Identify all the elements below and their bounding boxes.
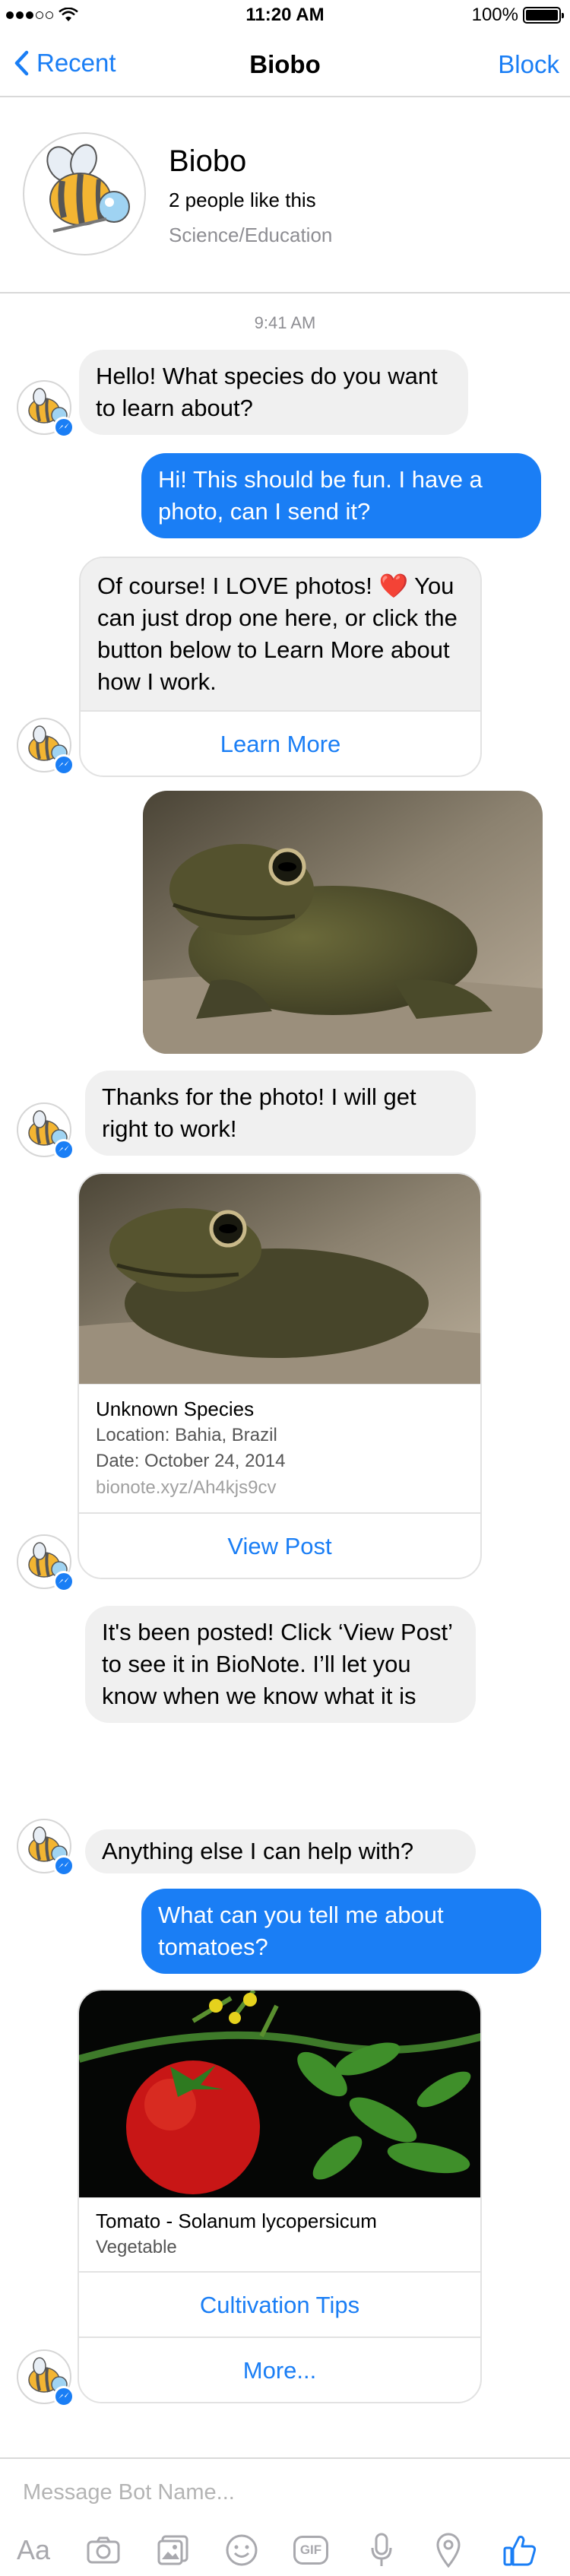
bot-message: Thanks for the photo! I will get right t… bbox=[85, 1071, 476, 1156]
composer-toolbar: Aa GIF bbox=[0, 2530, 570, 2576]
bot-message: Of course! I LOVE photos! ❤️ You can jus… bbox=[81, 558, 480, 710]
bot-message-avatar bbox=[17, 1102, 74, 1160]
camera-icon[interactable] bbox=[84, 2530, 123, 2570]
bot-message: Anything else I can help with? bbox=[85, 1829, 476, 1873]
bot-message-avatar bbox=[17, 1819, 74, 1876]
status-bar: 11:20 AM 100% bbox=[0, 0, 570, 30]
post-card: Unknown Species Location: Bahia, Brazil … bbox=[78, 1172, 482, 1579]
battery-percent: 100% bbox=[471, 5, 518, 25]
messenger-badge-icon bbox=[53, 2386, 74, 2407]
battery-icon bbox=[523, 7, 564, 24]
bot-avatar[interactable] bbox=[23, 132, 146, 255]
navigation-bar: Recent Biobo Block bbox=[0, 30, 570, 97]
cultivation-tips-button[interactable]: Cultivation Tips bbox=[79, 2271, 480, 2336]
messenger-badge-icon bbox=[53, 1571, 74, 1592]
messenger-badge-icon bbox=[53, 417, 74, 438]
location-icon[interactable] bbox=[429, 2530, 468, 2570]
learn-more-card: Of course! I LOVE photos! ❤️ You can jus… bbox=[79, 557, 482, 777]
user-message: Hi! This should be fun. I have a photo, … bbox=[141, 453, 541, 538]
messenger-badge-icon bbox=[53, 1139, 74, 1160]
message-timestamp: 9:41 AM bbox=[254, 313, 316, 332]
messenger-badge-icon bbox=[53, 754, 74, 776]
gif-button[interactable]: GIF bbox=[289, 2530, 333, 2570]
card-subtitle: Vegetable bbox=[96, 2237, 177, 2257]
gallery-icon[interactable] bbox=[154, 2530, 193, 2570]
card-date: Date: October 24, 2014 bbox=[96, 1451, 286, 1471]
user-message: What can you tell me about tomatoes? bbox=[141, 1889, 541, 1974]
emoji-icon[interactable] bbox=[222, 2530, 261, 2570]
like-thumb-icon[interactable] bbox=[500, 2530, 540, 2570]
bot-name: Biobo bbox=[169, 144, 247, 178]
bot-message: It's been posted! Click ‘View Post’ to s… bbox=[85, 1606, 476, 1723]
bot-message-avatar bbox=[17, 380, 74, 438]
bee-logo-icon bbox=[46, 144, 130, 233]
user-photo[interactable] bbox=[143, 791, 543, 1054]
card-location: Location: Bahia, Brazil bbox=[96, 1425, 277, 1445]
tomato-card: Tomato - Solanum lycopersicum Vegetable … bbox=[78, 1989, 482, 2403]
learn-more-button[interactable]: Learn More bbox=[81, 710, 480, 776]
frog-photo bbox=[143, 791, 543, 1054]
bot-message-avatar bbox=[17, 718, 74, 776]
gif-label: GIF bbox=[293, 2536, 329, 2565]
bot-profile-header: Biobo 2 people like this Science/Educati… bbox=[0, 99, 570, 293]
bot-message-avatar bbox=[17, 1534, 74, 1592]
message-composer: Message Bot Name... Aa GIF bbox=[0, 2457, 570, 2576]
view-post-button[interactable]: View Post bbox=[79, 1512, 480, 1578]
text-format-button[interactable]: Aa bbox=[14, 2530, 53, 2570]
frog-photo[interactable] bbox=[79, 1174, 482, 1384]
messenger-badge-icon bbox=[53, 1855, 74, 1876]
bot-message-avatar bbox=[17, 2349, 74, 2407]
bot-likes: 2 people like this bbox=[169, 189, 316, 211]
card-link[interactable]: bionote.xyz/Ah4kjs9cv bbox=[96, 1474, 464, 1502]
card-title: Unknown Species bbox=[96, 1397, 255, 1420]
more-button[interactable]: More... bbox=[79, 2336, 480, 2402]
bot-message: Hello! What species do you want to learn… bbox=[79, 350, 468, 435]
page-title: Biobo bbox=[249, 50, 321, 78]
microphone-icon[interactable] bbox=[362, 2530, 401, 2570]
tomato-photo[interactable] bbox=[79, 1991, 482, 2197]
message-input[interactable]: Message Bot Name... bbox=[23, 2480, 235, 2505]
block-button[interactable]: Block bbox=[498, 50, 559, 79]
bot-category: Science/Education bbox=[169, 224, 333, 246]
card-title: Tomato - Solanum lycopersicum bbox=[96, 2210, 377, 2232]
